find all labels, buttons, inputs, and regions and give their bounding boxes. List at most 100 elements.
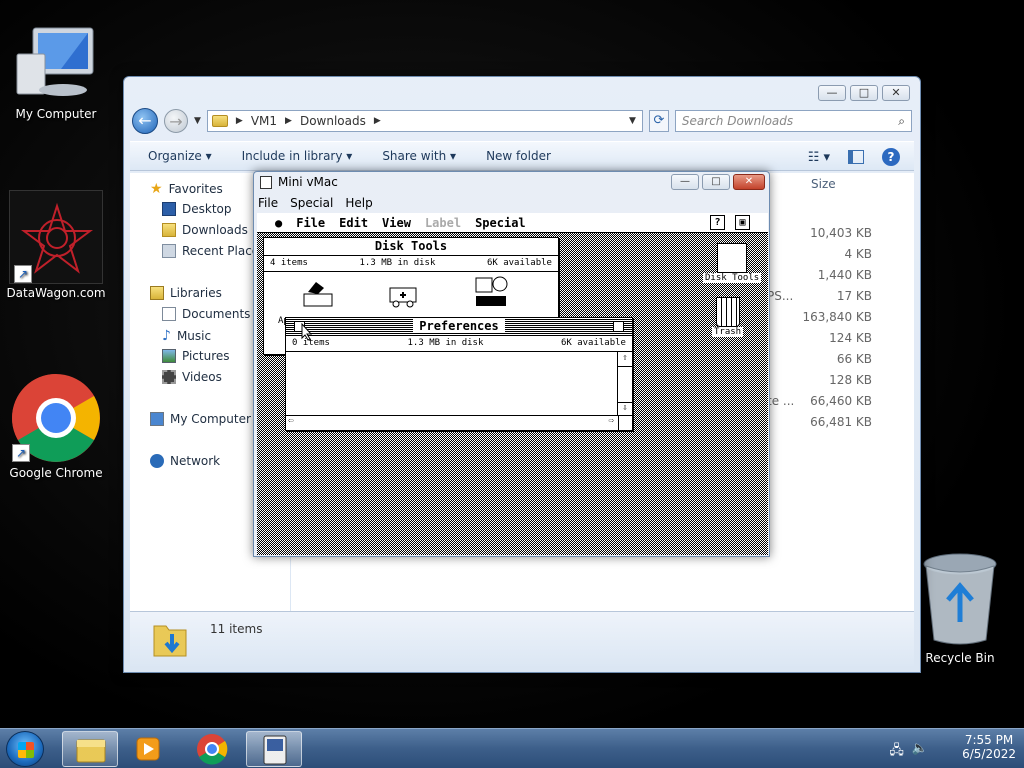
breadcrumb-vm1[interactable]: VM1: [251, 114, 277, 128]
mac-menu-label[interactable]: Label: [425, 216, 461, 230]
media-player-icon: [136, 737, 160, 761]
recent-places-icon: [162, 244, 176, 258]
desktop-icon-recycle-bin[interactable]: Recycle Bin: [910, 550, 1010, 665]
back-button[interactable]: ←: [132, 108, 158, 134]
close-button[interactable]: ✕: [733, 174, 765, 190]
desktop-icon-datawagon[interactable]: ↗ DataWagon.com: [6, 190, 106, 300]
recent-pages-dropdown[interactable]: ▼: [194, 116, 201, 126]
mini-vmac-icon: [263, 735, 287, 765]
chevron-right-icon[interactable]: ▶: [236, 116, 243, 126]
address-dropdown-icon[interactable]: ▼: [629, 116, 636, 126]
network-icon: [150, 454, 164, 468]
apple-menu-icon[interactable]: ●: [275, 216, 282, 230]
minimize-button[interactable]: —: [671, 174, 699, 190]
desktop-icon-my-computer[interactable]: My Computer: [6, 24, 106, 121]
clock-date: 6/5/2022: [962, 747, 1016, 761]
vertical-scrollbar[interactable]: ⇧ ⇩: [617, 353, 632, 416]
mini-vmac-window[interactable]: Mini vMac — □ ✕ File Special Help ● File…: [253, 171, 770, 557]
nav-documents[interactable]: Documents: [162, 307, 250, 321]
share-with-button[interactable]: Share with ▾: [382, 149, 456, 163]
folder-icon: [211, 115, 228, 127]
scroll-up-arrow-icon[interactable]: ⇧: [618, 353, 632, 367]
nav-pictures[interactable]: Pictures: [162, 349, 230, 363]
view-options-icon[interactable]: ☷ ▾: [808, 150, 830, 165]
refresh-button[interactable]: ⟳: [648, 110, 669, 132]
maximize-button[interactable]: □: [850, 85, 878, 101]
nav-my-computer[interactable]: My Computer: [150, 412, 251, 426]
column-header-size[interactable]: Size: [811, 177, 836, 191]
notification-area: 🖧 🔈: [889, 741, 928, 763]
menu-help[interactable]: Help: [345, 196, 372, 210]
clock[interactable]: 7:55 PM 6/5/2022: [962, 733, 1016, 761]
new-folder-button[interactable]: New folder: [486, 149, 551, 163]
address-row: ← → ▼ ▶ VM1 ▶ Downloads ▶ ▼ ⟳ Search Dow…: [132, 107, 912, 135]
organize-button[interactable]: Organize ▾: [148, 149, 212, 163]
nav-libraries[interactable]: Libraries: [150, 286, 222, 300]
folder-icon: [76, 739, 106, 763]
chevron-right-icon[interactable]: ▶: [374, 116, 381, 126]
balloon-help-icon[interactable]: ?: [710, 215, 725, 230]
preferences-content[interactable]: [286, 352, 632, 414]
taskbar-chrome[interactable]: [184, 731, 240, 767]
libraries-icon: [150, 286, 164, 300]
horizontal-scrollbar[interactable]: ⇦ ⇨: [286, 415, 632, 430]
mac-menu-view[interactable]: View: [382, 216, 411, 230]
size-cell: 128 KB: [829, 373, 872, 387]
application-menu-icon[interactable]: ▣: [735, 215, 750, 230]
item-count: 11 items: [210, 622, 263, 636]
mac-menu-edit[interactable]: Edit: [339, 216, 368, 230]
drive-setup-icon[interactable]: [474, 274, 510, 308]
documents-icon: [162, 307, 176, 321]
preferences-titlebar[interactable]: Preferences: [286, 318, 632, 336]
search-input[interactable]: Search Downloads ⌕: [674, 110, 912, 132]
shortcut-arrow-icon: ↗: [14, 265, 32, 283]
nav-videos[interactable]: Videos: [162, 370, 222, 384]
desktop-icon-chrome[interactable]: ↗ Google Chrome: [6, 372, 106, 480]
address-bar[interactable]: ▶ VM1 ▶ Downloads ▶ ▼: [206, 110, 643, 132]
menu-file[interactable]: File: [258, 196, 278, 210]
disk-tools-titlebar[interactable]: Disk Tools: [264, 238, 558, 256]
nav-favorites[interactable]: ★ Favorites: [150, 181, 223, 197]
mac-menu-special[interactable]: Special: [475, 216, 526, 230]
desktop-icon-label: My Computer: [15, 107, 97, 121]
volume-tray-icon[interactable]: 🔈: [912, 741, 928, 763]
nav-network[interactable]: Network: [150, 454, 220, 468]
menu-special[interactable]: Special: [290, 196, 333, 210]
scroll-down-arrow-icon[interactable]: ⇩: [618, 402, 632, 416]
size-cell: 66,481 KB: [810, 415, 872, 429]
resize-box-icon[interactable]: [618, 416, 632, 430]
nav-downloads[interactable]: Downloads: [162, 223, 248, 237]
size-cell: 163,840 KB: [802, 310, 872, 324]
window-controls: — □ ✕: [671, 174, 765, 190]
scroll-right-arrow-icon[interactable]: ⇨: [609, 416, 614, 426]
mac-trash[interactable]: Trash: [712, 297, 744, 337]
scroll-left-arrow-icon[interactable]: ⇦: [288, 416, 293, 426]
chrome-icon: [197, 734, 228, 765]
mac-disk-tools-volume[interactable]: Disk Tools: [703, 243, 762, 283]
nav-desktop[interactable]: Desktop: [162, 202, 232, 216]
taskbar-media-player[interactable]: [120, 731, 176, 767]
minimize-button[interactable]: —: [818, 85, 846, 101]
mac-menu-file[interactable]: File: [296, 216, 325, 230]
search-icon[interactable]: ⌕: [898, 114, 905, 129]
emulator-screen[interactable]: ● File Edit View Label Special ? ▣ Disk …: [257, 213, 768, 555]
network-tray-icon[interactable]: 🖧: [889, 741, 904, 763]
breadcrumb-downloads[interactable]: Downloads: [300, 114, 366, 128]
include-in-library-button[interactable]: Include in library ▾: [242, 149, 353, 163]
preview-pane-icon[interactable]: [848, 150, 864, 164]
disk-first-aid-icon[interactable]: [388, 284, 422, 308]
taskbar-explorer[interactable]: [62, 731, 118, 767]
computer-icon: [16, 27, 94, 96]
mac-zoom-box-icon[interactable]: [613, 321, 624, 332]
chevron-right-icon[interactable]: ▶: [285, 116, 292, 126]
maximize-button[interactable]: □: [702, 174, 730, 190]
help-icon[interactable]: ?: [882, 148, 900, 166]
nav-music[interactable]: ♪ Music: [162, 328, 211, 344]
disk-utility-icon[interactable]: [302, 278, 336, 308]
preferences-window[interactable]: Preferences 0 items 1.3 MB in disk 6K av…: [285, 317, 633, 431]
start-button[interactable]: [6, 731, 44, 767]
taskbar-mini-vmac[interactable]: [246, 731, 302, 767]
close-button[interactable]: ✕: [882, 85, 910, 101]
nav-recent-places[interactable]: Recent Places: [162, 244, 265, 258]
forward-button[interactable]: →: [164, 109, 188, 133]
